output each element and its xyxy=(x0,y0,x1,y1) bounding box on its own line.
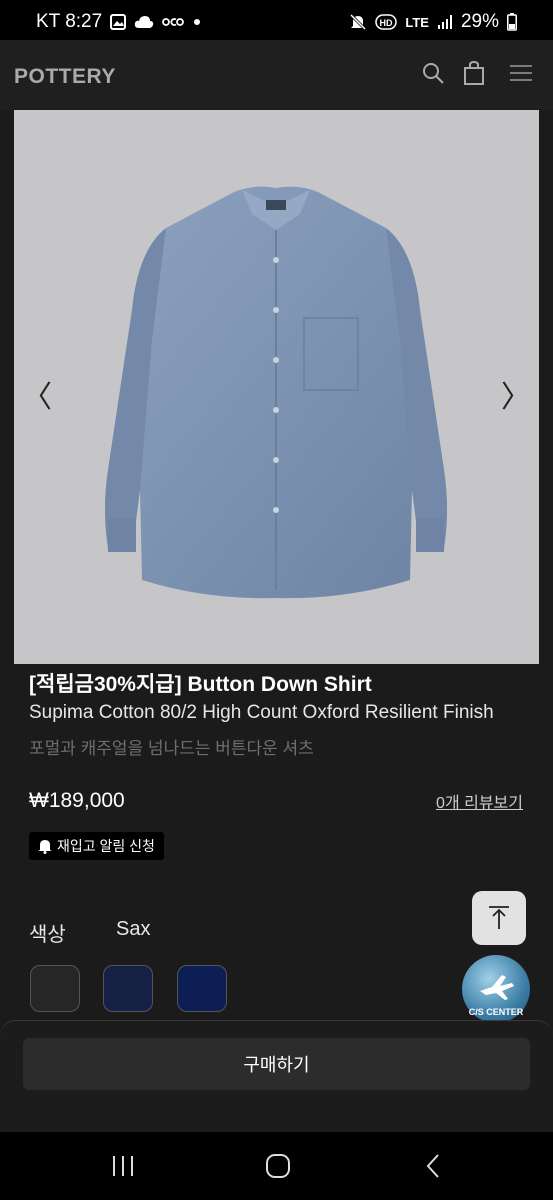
color-option-label: 색상 xyxy=(29,924,66,946)
product-price: ₩189,000 xyxy=(29,789,125,812)
product-image-gallery[interactable]: 〈 〉 xyxy=(14,110,539,664)
shirt-image xyxy=(105,186,447,599)
shopping-bag-icon[interactable] xyxy=(462,61,486,85)
dot-icon xyxy=(194,19,201,25)
restock-alert-button[interactable]: 재입고 알림 신청 xyxy=(29,832,164,860)
color-swatch-charcoal[interactable] xyxy=(30,965,80,1012)
color-swatch-royal-navy[interactable] xyxy=(177,965,227,1012)
review-link[interactable]: 0개 리뷰보기 xyxy=(436,789,523,813)
restock-alert-label: 재입고 알림 신청 xyxy=(57,838,155,854)
product-subtitle: Supima Cotton 80/2 High Count Oxford Res… xyxy=(29,702,494,723)
battery-icon xyxy=(507,13,517,31)
color-selected-value: Sax xyxy=(116,918,151,940)
home-icon[interactable] xyxy=(265,1153,291,1179)
status-bar: KT 8:27 HD LTE 29% xyxy=(0,0,553,40)
signal-icon xyxy=(437,15,452,29)
purchase-sheet: 구매하기 xyxy=(0,1020,553,1133)
recent-apps-icon[interactable] xyxy=(111,1154,135,1178)
gallery-notification-icon xyxy=(110,14,127,30)
cs-center-badge[interactable]: C/S CENTER xyxy=(462,955,530,1023)
back-icon[interactable] xyxy=(424,1153,442,1179)
system-nav-bar xyxy=(0,1132,553,1200)
site-logo[interactable]: POTTERY xyxy=(14,65,116,89)
svg-text:HD: HD xyxy=(380,18,393,28)
cloud-icon xyxy=(135,16,154,28)
product-title: [적립금30%지급] Button Down Shirt xyxy=(29,673,372,696)
mute-icon xyxy=(350,13,367,31)
site-header: POTTERY xyxy=(0,40,553,110)
search-icon[interactable] xyxy=(421,61,445,85)
hd-icon: HD xyxy=(375,14,398,30)
battery-percent: 29% xyxy=(460,11,499,32)
network-type: LTE xyxy=(405,14,429,30)
product-description: 포멀과 캐주얼을 넘나드는 버튼다운 셔츠 xyxy=(29,739,314,758)
hamburger-menu-icon[interactable] xyxy=(509,61,533,85)
buy-button[interactable]: 구매하기 xyxy=(23,1038,530,1090)
bell-icon xyxy=(38,840,52,854)
carrier-time: KT 8:27 xyxy=(36,11,103,32)
arrow-up-icon xyxy=(489,906,509,929)
gallery-prev-arrow[interactable]: 〈 xyxy=(22,372,52,416)
gallery-next-arrow[interactable]: 〉 xyxy=(501,372,531,416)
scroll-to-top-button[interactable] xyxy=(472,891,526,945)
oco-icon xyxy=(162,18,185,26)
color-swatch-navy[interactable] xyxy=(103,965,153,1012)
cs-center-label: C/S CENTER xyxy=(468,1007,524,1017)
